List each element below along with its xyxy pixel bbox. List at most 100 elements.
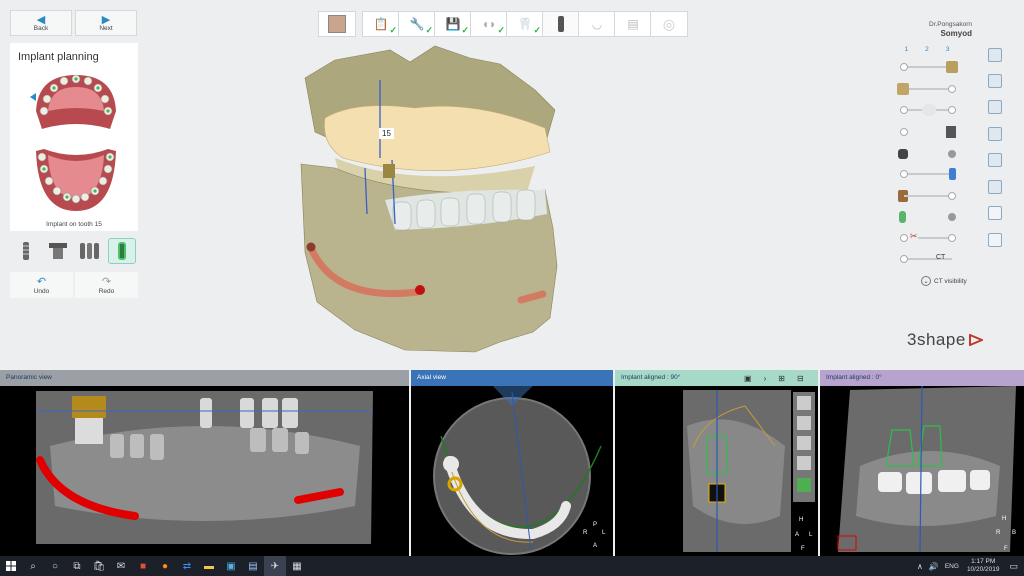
check-icon: ✓ (533, 25, 541, 35)
axial-orient-l: L (602, 530, 606, 536)
implant-guide-icon (118, 242, 126, 260)
notification-icon[interactable]: ▭ (1009, 561, 1018, 572)
layer-slider-nerve[interactable] (896, 210, 958, 224)
nerve-implant-icon (899, 211, 906, 223)
a0-orient-b: B (1012, 530, 1016, 536)
view-right-icon[interactable] (988, 127, 1002, 141)
implant-icon (23, 242, 29, 260)
layer-slider-gingiva[interactable] (896, 82, 958, 96)
patient-photo-icon (328, 15, 346, 33)
app-button-1[interactable]: ■ (132, 556, 154, 576)
explorer-button[interactable]: ▬ (198, 556, 220, 576)
view-search-icon[interactable] (988, 233, 1002, 247)
app-button-3[interactable]: ▤ (242, 556, 264, 576)
implant-aligned-90-view[interactable]: Implant aligned : 90° ▣ › ⊞ ⊟ H A L F (615, 370, 818, 556)
start-button[interactable] (0, 556, 22, 576)
layer-slider-upper-model[interactable] (896, 60, 958, 74)
layer-slider-sleeve[interactable] (896, 125, 958, 139)
view-left-icon[interactable] (988, 100, 1002, 114)
workflow-step-prescription[interactable]: 📋 ✓ (362, 11, 400, 37)
scanner-icon: 🔧 (409, 17, 425, 31)
app-button-2[interactable]: ▣ (220, 556, 242, 576)
output-disc-icon: ◎ (662, 15, 676, 32)
teamviewer-button[interactable]: ⇄ (176, 556, 198, 576)
workflow-step-patient[interactable] (318, 11, 356, 37)
layout-icon[interactable]: ⊞ (778, 374, 785, 383)
cortana-button[interactable]: ○ (44, 556, 66, 576)
a0-orient-h: H (1002, 516, 1006, 522)
implant-guide-tool-button[interactable] (108, 238, 136, 264)
implant-studio-button[interactable]: ✈ (264, 556, 286, 576)
workflow-step-scan[interactable]: 🔧 ✓ (398, 11, 436, 37)
view-back-icon[interactable] (988, 74, 1002, 88)
camera-icon[interactable]: ▣ (744, 374, 752, 383)
workflow-step-guide-design[interactable]: ◡ (578, 11, 616, 37)
tooth-icon: ◖◗ (481, 17, 497, 31)
axial-view[interactable]: Axial view P R L A (411, 370, 613, 556)
clock[interactable]: 1:17 PM 10/20/2019 (967, 558, 1000, 574)
layer-slider-drill[interactable] (896, 189, 958, 203)
implant-tool-button[interactable] (12, 238, 40, 264)
next-button[interactable]: ▶ Next (75, 10, 137, 36)
maximize-icon[interactable]: ⊟ (797, 374, 804, 383)
guide-icon: ◡ (591, 17, 603, 31)
guide-icon (898, 149, 908, 159)
firefox-button[interactable]: ● (154, 556, 176, 576)
multi-implant-tool-button[interactable] (76, 238, 104, 264)
play-icon[interactable]: › (764, 374, 767, 383)
jaw-3d-model[interactable] (295, 40, 595, 360)
task-view-button[interactable]: ⧉ (66, 556, 88, 576)
implant-aligned-0-view[interactable]: Implant aligned : 0° H R B F (820, 370, 1024, 556)
upper-jaw-icon[interactable] (30, 71, 122, 133)
firefox-icon: ● (161, 560, 169, 572)
lower-jaw-icon[interactable] (30, 147, 122, 215)
check-icon: ✓ (461, 25, 469, 35)
panoramic-view[interactable]: Panoramic view (0, 370, 409, 556)
task-view-icon: ⧉ (73, 560, 81, 572)
workflow-step-implant-planning[interactable] (542, 11, 580, 37)
layer-slider-teeth[interactable] (896, 103, 958, 117)
workflow-step-import[interactable]: 💾 ✓ (434, 11, 472, 37)
panoramic-view-header: Panoramic view (0, 370, 409, 386)
implant-icon (558, 16, 564, 32)
store-button[interactable]: 🛍 (88, 556, 110, 576)
layer-slider-ct[interactable]: CT (896, 252, 958, 266)
logo-triangle-icon (968, 334, 983, 346)
folder-icon: ▬ (204, 560, 214, 572)
check-icon: ✓ (425, 25, 433, 35)
workflow-step-output[interactable]: ◎ (650, 11, 688, 37)
a0-orient-f: F (1004, 546, 1008, 552)
layer-slider-implant[interactable] (896, 167, 958, 181)
workflow-step-alignment[interactable]: 🦷 ✓ (506, 11, 544, 37)
brand-logo: 3shape (907, 330, 983, 350)
workflow-step-sleeves[interactable]: ▤ (614, 11, 652, 37)
a90-orient-f: F (801, 546, 805, 552)
back-button[interactable]: ◀ Back (10, 10, 72, 36)
view-front-icon[interactable] (988, 48, 1002, 62)
implant-caption: Implant on tooth 15 (46, 221, 102, 228)
language-indicator[interactable]: ENG (945, 563, 959, 570)
undo-button[interactable]: ↶ Undo (10, 272, 73, 298)
sleeve-tool-button[interactable] (44, 238, 72, 264)
view-guide-icon[interactable] (988, 206, 1002, 220)
mail-button[interactable]: ✉ (110, 556, 132, 576)
store-icon: 🛍 (92, 560, 106, 572)
cortana-icon: ○ (51, 560, 59, 572)
volume-icon[interactable]: 🔊 (929, 562, 939, 571)
ct-visibility-toggle[interactable]: ⌄ CT visibility (921, 276, 967, 286)
view-bottom-icon[interactable] (988, 180, 1002, 194)
view-top-icon[interactable] (988, 153, 1002, 167)
import-icon: 💾 (445, 17, 461, 31)
alignment-icon: 🦷 (517, 17, 533, 31)
layer-slider-scissor[interactable]: ✂ (896, 231, 958, 245)
a0-orient-r: R (996, 530, 1001, 536)
gingiva-icon (897, 83, 909, 95)
layer-columns: 1 2 3 (904, 46, 950, 53)
app-button-4[interactable]: ▦ (286, 556, 308, 576)
workflow-step-tooth[interactable]: ◖◗ ✓ (470, 11, 508, 37)
redo-button[interactable]: ↷ Redo (75, 272, 138, 298)
tray-chevron-icon[interactable]: ∧ (917, 562, 923, 571)
search-button[interactable]: ⌕ (22, 556, 44, 576)
windows-logo-icon (6, 561, 16, 571)
layer-slider-guide[interactable] (896, 147, 958, 161)
